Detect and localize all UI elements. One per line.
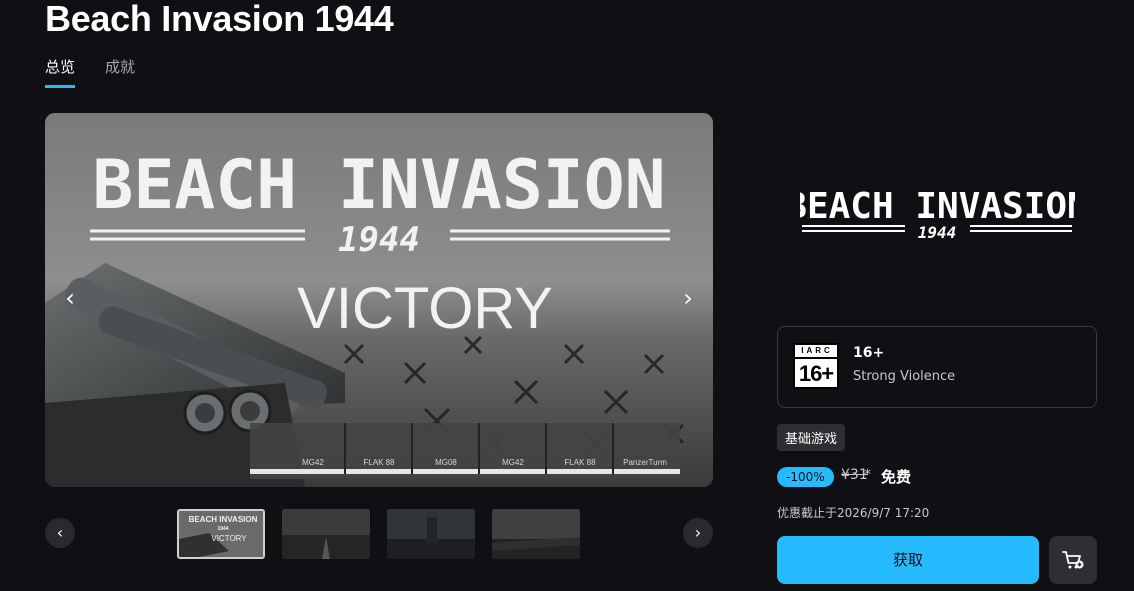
thumbnail-caption: 1944: [217, 526, 228, 532]
current-price: 免费: [881, 468, 912, 486]
thumbnail-caption: VICTORY: [211, 534, 247, 543]
iarc-rating-icon: IARC 16+: [793, 343, 839, 389]
price-asterisk: *: [864, 467, 871, 483]
logo-year: 1944: [918, 223, 957, 242]
thumbnail-art: [387, 509, 475, 559]
get-button[interactable]: 获取: [777, 536, 1039, 584]
thumbnail-art: [282, 509, 370, 559]
hero-media[interactable]: BEACH INVASION 1944 VICTORY MG42 FLAK 88…: [45, 113, 713, 487]
logo-title: BEACH INVASION: [800, 186, 1075, 227]
thumbnails-prev-button[interactable]: ‹: [45, 518, 75, 548]
hero-headline: BEACH INVASION: [92, 146, 665, 225]
weapon-bar: MG42 FLAK 88 MG08 MG42 FLAK 88 PanzerTur…: [250, 423, 680, 479]
rating-age: 16+: [853, 345, 885, 361]
tab-bar: 总览 成就: [45, 56, 135, 88]
hero-artwork: BEACH INVASION 1944 VICTORY MG42 FLAK 88…: [45, 113, 713, 487]
thumbnail-art: BEACH INVASION 1944 VICTORY: [179, 511, 263, 557]
iarc-age-badge: 16+: [798, 361, 834, 386]
add-to-cart-icon: [1062, 551, 1084, 569]
edition-badge: 基础游戏: [777, 424, 846, 451]
thumbnails-next-button[interactable]: ›: [683, 518, 713, 548]
sale-deadline: 优惠截止于2026/9/7 17:20: [777, 506, 930, 520]
weapon-label: FLAK 88: [363, 458, 395, 467]
game-logo: BEACH INVASION 1944: [800, 186, 1075, 242]
tab-overview[interactable]: 总览: [45, 56, 76, 88]
hero-overlay-text: VICTORY: [297, 276, 553, 341]
age-rating-panel: IARC 16+ 16+ Strong Violence: [777, 326, 1097, 408]
thumbnail-caption: BEACH INVASION: [189, 515, 258, 524]
weapon-label: PanzerTurm: [623, 458, 667, 467]
weapon-label: FLAK 88: [564, 458, 596, 467]
tab-achievements[interactable]: 成就: [105, 56, 135, 88]
weapon-label: MG08: [435, 458, 457, 467]
thumbnail[interactable]: BEACH INVASION 1944 VICTORY: [177, 509, 265, 559]
weapon-label: MG42: [502, 458, 524, 467]
thumbnail-art: [492, 509, 580, 559]
hero-year: 1944: [338, 220, 420, 260]
rating-descriptor: Strong Violence: [853, 369, 956, 384]
chevron-left-icon[interactable]: ‹: [55, 283, 85, 313]
page-title: Beach Invasion 1944: [45, 0, 394, 39]
weapon-label: MG42: [302, 458, 324, 467]
thumbnail[interactable]: [492, 509, 580, 559]
thumbnail[interactable]: [387, 509, 475, 559]
discount-badge: -100%: [777, 467, 834, 487]
add-to-cart-button[interactable]: [1049, 536, 1097, 584]
chevron-right-icon[interactable]: ›: [673, 283, 703, 313]
iarc-org: IARC: [795, 345, 837, 359]
thumbnail[interactable]: [282, 509, 370, 559]
